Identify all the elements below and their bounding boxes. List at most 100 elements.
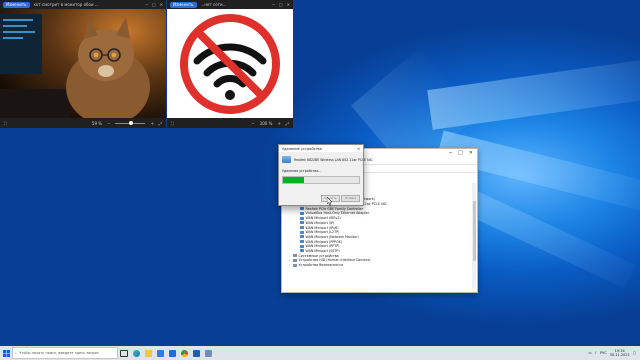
zoom-in-icon[interactable]: +: [150, 121, 153, 126]
maximize-icon[interactable]: □: [458, 150, 463, 156]
cat-photo: [0, 9, 166, 118]
windows-logo-icon: [2, 349, 10, 357]
photos-icon[interactable]: [190, 346, 202, 360]
tree-node-label: WAN Miniport (SSTP): [305, 248, 340, 253]
maximize-icon[interactable]: □: [152, 2, 156, 7]
tree-node-label: WAN Miniport (L2TP): [305, 230, 340, 235]
tree-node-label: WAN Miniport (PPTP): [305, 244, 340, 249]
chrome-icon[interactable]: [178, 346, 190, 360]
close-icon[interactable]: ✕: [357, 147, 360, 151]
tree-category[interactable]: › Устройства безопасности: [286, 263, 469, 268]
clock-date: 30.11.2021: [609, 353, 630, 357]
close-icon[interactable]: ✕: [287, 2, 290, 7]
language-indicator[interactable]: РУС: [600, 351, 607, 355]
fullscreen-icon[interactable]: ⤢: [286, 121, 289, 126]
tree-node-label: WAN Miniport (Network Monitor): [305, 234, 359, 239]
expand-icon[interactable]: ›: [288, 258, 291, 262]
start-button[interactable]: [0, 346, 12, 360]
dialog-title: Удаление устройства: [282, 146, 322, 151]
maximize-icon[interactable]: □: [279, 2, 283, 7]
tree-node-label: WAN Miniport (IKEv2): [305, 216, 341, 221]
mouse-cursor-icon: [327, 197, 333, 206]
viewer-titlebar: Изменить кот смотрит в монитор обои ... …: [0, 0, 166, 9]
device-manager-taskbar-icon[interactable]: [202, 346, 214, 360]
fit-icon[interactable]: ⛶: [171, 121, 174, 126]
network-adapter-icon: [300, 211, 304, 215]
tree-node-label: Устройства HID (Human Interface Devices): [298, 258, 371, 263]
no-wifi-image: [167, 9, 293, 118]
file-explorer-icon[interactable]: [142, 346, 154, 360]
zoom-out-icon[interactable]: −: [107, 121, 110, 126]
network-adapter-icon: [300, 221, 304, 225]
network-adapter-icon: [300, 240, 304, 244]
scrollbar[interactable]: [472, 183, 476, 288]
network-adapter-icon: [282, 156, 291, 163]
tree-node-label: Системные устройства: [298, 253, 339, 258]
tree-node-label: WAN Miniport (IPv6): [305, 225, 339, 230]
tree-node-label: VirtualBox Host-Only Ethernet Adapter: [305, 211, 370, 216]
photo-viewer-window-no-wifi[interactable]: Изменить ...нет сети... ─ □ ✕ ⛶ − 100 % …: [167, 0, 293, 128]
network-adapter-icon: [300, 230, 304, 234]
scrollbar-thumb[interactable]: [472, 201, 476, 261]
network-adapter-icon: [300, 207, 304, 211]
minimize-icon[interactable]: ─: [272, 2, 274, 7]
dialog-status: Удаление устройства...: [282, 169, 322, 173]
edit-button[interactable]: Изменить: [3, 1, 30, 8]
fullscreen-icon[interactable]: ⤢: [159, 121, 162, 126]
viewer-bottombar: ⛶ − 100 % + ⤢: [167, 118, 293, 128]
progress-fill: [283, 177, 304, 183]
task-view-icon[interactable]: [118, 346, 130, 360]
dialog-device-name: Realtek 8822BE Wireless LAN 802.11ac PCI…: [294, 157, 373, 162]
network-adapter-icon: [300, 226, 304, 230]
cancel-button[interactable]: Отмена: [341, 195, 360, 202]
system-tray: ▭ ♪ РУС 19:34 30.11.2021 ▢: [588, 349, 640, 357]
viewer-titlebar: Изменить ...нет сети... ─ □ ✕: [167, 0, 293, 9]
zoom-level[interactable]: 100 %: [260, 121, 273, 126]
zoom-level[interactable]: 59 %: [92, 121, 102, 126]
taskbar: ⌕ Чтобы начать поиск, введите здесь запр…: [0, 346, 640, 360]
close-icon[interactable]: ✕: [160, 2, 163, 7]
close-icon[interactable]: ✕: [469, 150, 473, 156]
minimize-icon[interactable]: ─: [145, 2, 147, 7]
network-adapter-icon: [300, 235, 304, 239]
minimize-icon[interactable]: ─: [449, 150, 452, 156]
taskbar-search[interactable]: ⌕ Чтобы начать поиск, введите здесь запр…: [12, 347, 118, 359]
network-adapter-icon: [300, 244, 304, 248]
search-icon: ⌕: [15, 351, 17, 355]
device-category-icon: [293, 254, 297, 258]
store-icon[interactable]: [154, 346, 166, 360]
expand-icon[interactable]: ›: [288, 263, 291, 267]
dialog-titlebar: Удаление устройства ✕: [279, 145, 363, 152]
edge-icon[interactable]: [130, 346, 142, 360]
zoom-in-icon[interactable]: +: [277, 121, 280, 126]
zoom-out-icon[interactable]: −: [251, 121, 254, 126]
dialog-device-line: Realtek 8822BE Wireless LAN 802.11ac PCI…: [282, 156, 373, 163]
volume-icon[interactable]: ♪: [595, 351, 597, 355]
tree-node-label: Устройства безопасности: [298, 263, 344, 268]
network-adapter-icon: [300, 249, 304, 253]
search-placeholder: Чтобы начать поиск, введите здесь запрос: [18, 351, 99, 355]
clock[interactable]: 19:34 30.11.2021: [610, 349, 630, 357]
device-category-icon: [293, 258, 297, 262]
cat-photo-art: [0, 9, 166, 118]
network-icon[interactable]: ▭: [588, 351, 591, 355]
network-adapter-icon: [300, 216, 304, 220]
uninstall-device-dialog[interactable]: Удаление устройства ✕ Realtek 8822BE Wir…: [278, 144, 373, 206]
viewer-title: ...нет сети...: [200, 2, 227, 7]
uninstall-progress-bar: [282, 176, 360, 184]
zoom-slider-thumb[interactable]: [129, 120, 134, 125]
tree-node-label: Realtek PCIe GBE Family Controller: [305, 206, 364, 211]
tree-node-label: WAN Miniport (PPPOE): [305, 239, 343, 244]
no-wifi-icon: [180, 14, 280, 114]
viewer-bottombar: ⛶ 59 % − + ⤢: [0, 118, 166, 128]
viewer-title: кот смотрит в монитор обои ...: [33, 2, 99, 7]
notifications-icon[interactable]: ▢: [633, 351, 636, 355]
tree-node-label: WAN Miniport (IP): [305, 220, 335, 225]
zoom-slider[interactable]: [115, 120, 146, 125]
expand-icon[interactable]: ›: [288, 254, 291, 258]
photo-viewer-window-cat[interactable]: Изменить кот смотрит в монитор обои ... …: [0, 0, 166, 128]
fit-icon[interactable]: ⛶: [4, 121, 7, 126]
device-category-icon: [293, 263, 297, 267]
edit-button[interactable]: Изменить: [170, 1, 197, 8]
mail-icon[interactable]: [166, 346, 178, 360]
